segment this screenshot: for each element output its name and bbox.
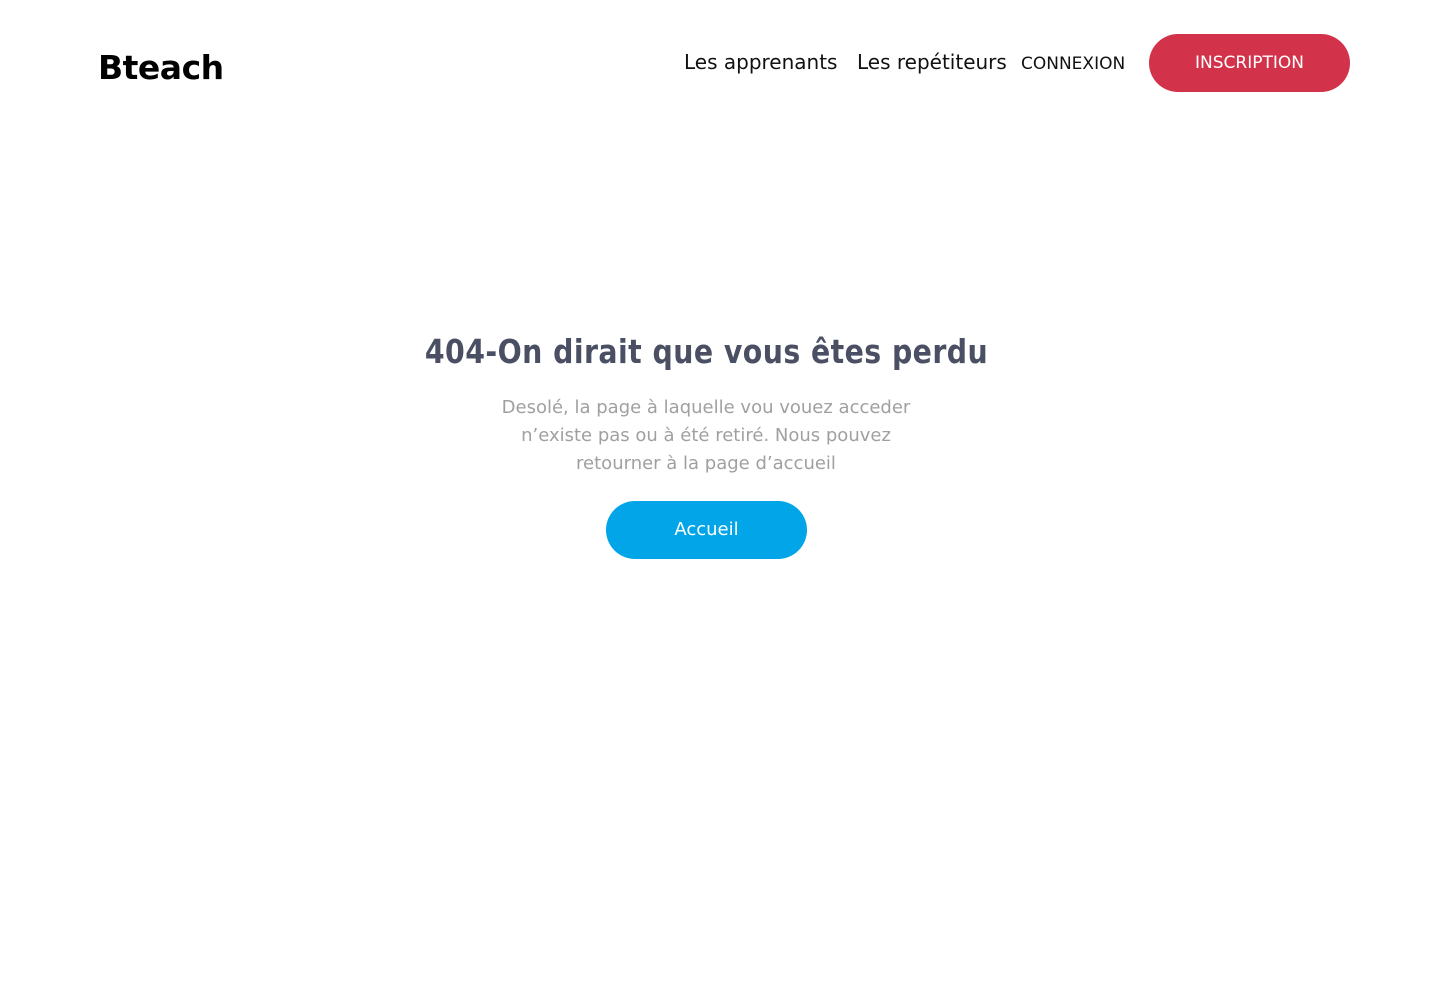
page-title-text: 404-On dirait que vous êtes perdu [424, 332, 989, 372]
bteach-logo[interactable]: Bteach [98, 44, 224, 92]
site-header: Bteach Les apprenants Les repétiteurs CO… [0, 0, 1441, 130]
error-description-line: n’existe pas ou à été retiré. Nous pouve… [521, 425, 891, 446]
signup-button[interactable]: INSCRIPTION [1149, 34, 1350, 92]
error-description: Desolé, la page à laquelle vou vouez acc… [480, 394, 932, 478]
nav-link-tutors[interactable]: Les repétiteurs [857, 48, 1007, 76]
error-description-line: Desolé, la page à laquelle vou vouez acc… [501, 397, 911, 418]
nav-link-learners[interactable]: Les apprenants [684, 48, 837, 76]
page-title: 404-On dirait que vous êtes perdu [0, 328, 1413, 376]
home-button[interactable]: Accueil [606, 501, 807, 559]
error-description-line: retourner à la page d’accueil [576, 453, 836, 474]
login-link[interactable]: CONNEXION [1021, 51, 1125, 77]
